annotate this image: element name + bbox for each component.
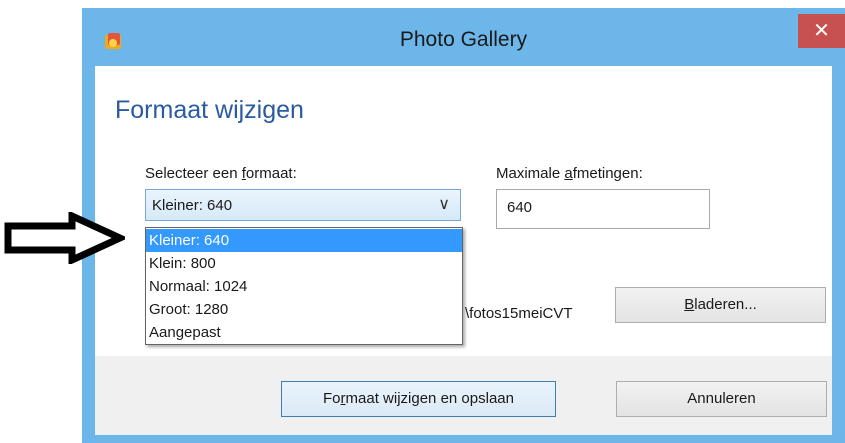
browse-button[interactable]: Bladeren... [615,287,826,323]
close-icon: ✕ [813,20,830,42]
dropdown-option-kleiner[interactable]: Kleiner: 640 [146,229,462,252]
format-label: Selecteer een formaat: [145,165,297,182]
photo-gallery-window: Photo Gallery ✕ Formaat wijzigen Selecte… [82,8,845,443]
dropdown-option-groot[interactable]: Groot: 1280 [146,298,462,321]
dialog-heading: Formaat wijzigen [115,96,304,124]
resize-and-save-button[interactable]: Formaat wijzigen en opslaan [281,381,556,417]
max-dimensions-input[interactable]: 640 [496,189,710,229]
max-dimensions-label: Maximale afmetingen: [496,165,643,182]
dropdown-option-aangepast[interactable]: Aangepast [146,321,462,344]
dialog-footer: Formaat wijzigen en opslaan Annuleren [95,356,832,435]
chevron-down-icon[interactable]: ∨ [438,194,450,214]
cancel-button[interactable]: Annuleren [616,381,827,417]
title-bar: Photo Gallery ✕ [82,8,845,66]
right-arrow-icon [4,212,125,264]
format-dropdown-list[interactable]: Kleiner: 640 Klein: 800 Normaal: 1024 Gr… [145,227,463,345]
format-select[interactable]: Kleiner: 640 ∨ [145,189,461,221]
close-button[interactable]: ✕ [798,14,845,48]
folder-path: \fotos15meiCVT [465,305,573,322]
format-select-value: Kleiner: 640 [152,197,233,214]
dropdown-option-normaal[interactable]: Normaal: 1024 [146,275,462,298]
dropdown-option-klein[interactable]: Klein: 800 [146,252,462,275]
window-title: Photo Gallery [399,28,528,51]
max-dimensions-value: 640 [507,199,533,216]
